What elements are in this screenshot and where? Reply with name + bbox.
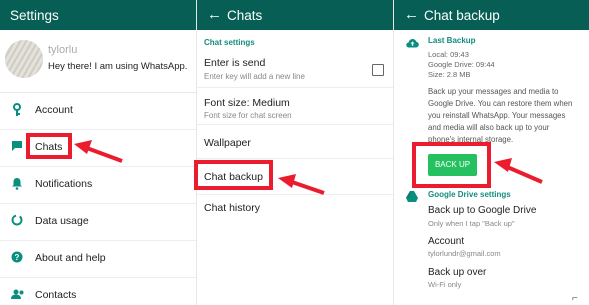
settings-item-contacts[interactable]: Contacts <box>0 277 196 305</box>
svg-text:?: ? <box>15 253 20 262</box>
back-arrow-icon[interactable]: ← <box>207 0 222 30</box>
setting-title: Enter is send <box>204 57 266 69</box>
setting-title: Chat history <box>204 202 261 214</box>
avatar[interactable] <box>5 40 43 78</box>
setting-enter-is-send[interactable]: Enter is send Enter key will add a new l… <box>197 51 393 88</box>
key-icon <box>11 103 23 117</box>
chats-app-bar: ← Chats <box>197 0 393 30</box>
setting-chat-history[interactable]: Chat history <box>197 195 393 225</box>
section-header-drive-settings: Google Drive settings <box>428 190 511 199</box>
back-arrow-icon[interactable]: ← <box>404 0 419 30</box>
settings-app-bar: Settings <box>0 0 196 30</box>
settings-item-label: Data usage <box>35 215 89 227</box>
profile-name: tylorlu <box>48 44 78 56</box>
settings-item-account[interactable]: Account <box>0 92 196 130</box>
settings-title: Settings <box>10 7 59 23</box>
drive-icon <box>406 189 418 207</box>
setting-title: Font size: Medium <box>204 97 290 109</box>
setting-title: Back up over <box>428 267 487 278</box>
settings-item-notifications[interactable]: Notifications <box>0 166 196 204</box>
enter-is-send-checkbox[interactable] <box>372 64 384 76</box>
setting-title: Account <box>428 236 465 247</box>
settings-item-about-help[interactable]: ? About and help <box>0 240 196 278</box>
drive-backup-time: Google Drive: 09:44 <box>428 60 495 69</box>
setting-subtitle: Only when I tap "Back up" <box>428 219 515 228</box>
setting-subtitle: Wi-Fi only <box>428 280 462 289</box>
cloud-upload-icon <box>406 35 419 53</box>
settings-item-label: Notifications <box>35 178 93 190</box>
profile-row[interactable]: tylorlu Hey there! I am using WhatsApp. <box>0 30 196 93</box>
section-header-chat-settings: Chat settings <box>204 38 255 47</box>
setting-title: Wallpaper <box>204 137 251 149</box>
settings-item-data-usage[interactable]: Data usage <box>0 203 196 241</box>
resize-handle-icon: ⌐ <box>572 293 578 304</box>
backup-app-bar: ← Chat backup <box>394 0 589 30</box>
backup-description: Back up your messages and media to Googl… <box>428 87 573 144</box>
settings-item-label: Contacts <box>35 289 77 301</box>
settings-item-label: About and help <box>35 252 106 264</box>
setting-subtitle: Enter key will add a new line <box>204 72 305 81</box>
backup-title: Chat backup <box>424 7 500 23</box>
contacts-icon <box>11 288 24 302</box>
highlight-chats <box>26 133 72 159</box>
data-usage-icon <box>11 214 23 228</box>
highlight-back-up-button <box>412 142 491 188</box>
chats-screen: ← Chats Chat settings Enter is send Ente… <box>197 0 393 305</box>
setting-subtitle: tylorlundr@gmail.com <box>428 249 501 258</box>
help-icon: ? <box>11 251 23 265</box>
local-backup-time: Local: 09:43 <box>428 50 469 59</box>
backup-size: Size: 2.8 MB <box>428 70 471 79</box>
setting-subtitle: Font size for chat screen <box>204 111 292 120</box>
profile-status: Hey there! I am using WhatsApp. <box>48 61 188 72</box>
chat-icon <box>11 140 23 154</box>
section-header-last-backup: Last Backup <box>428 36 476 45</box>
setting-title: Back up to Google Drive <box>428 205 537 216</box>
bell-icon <box>11 177 23 191</box>
highlight-chat-backup <box>194 160 273 190</box>
setting-font-size[interactable]: Font size: Medium Font size for chat scr… <box>197 88 393 125</box>
settings-item-label: Account <box>35 104 73 116</box>
setting-wallpaper[interactable]: Wallpaper <box>197 125 393 159</box>
chats-title: Chats <box>227 7 263 23</box>
